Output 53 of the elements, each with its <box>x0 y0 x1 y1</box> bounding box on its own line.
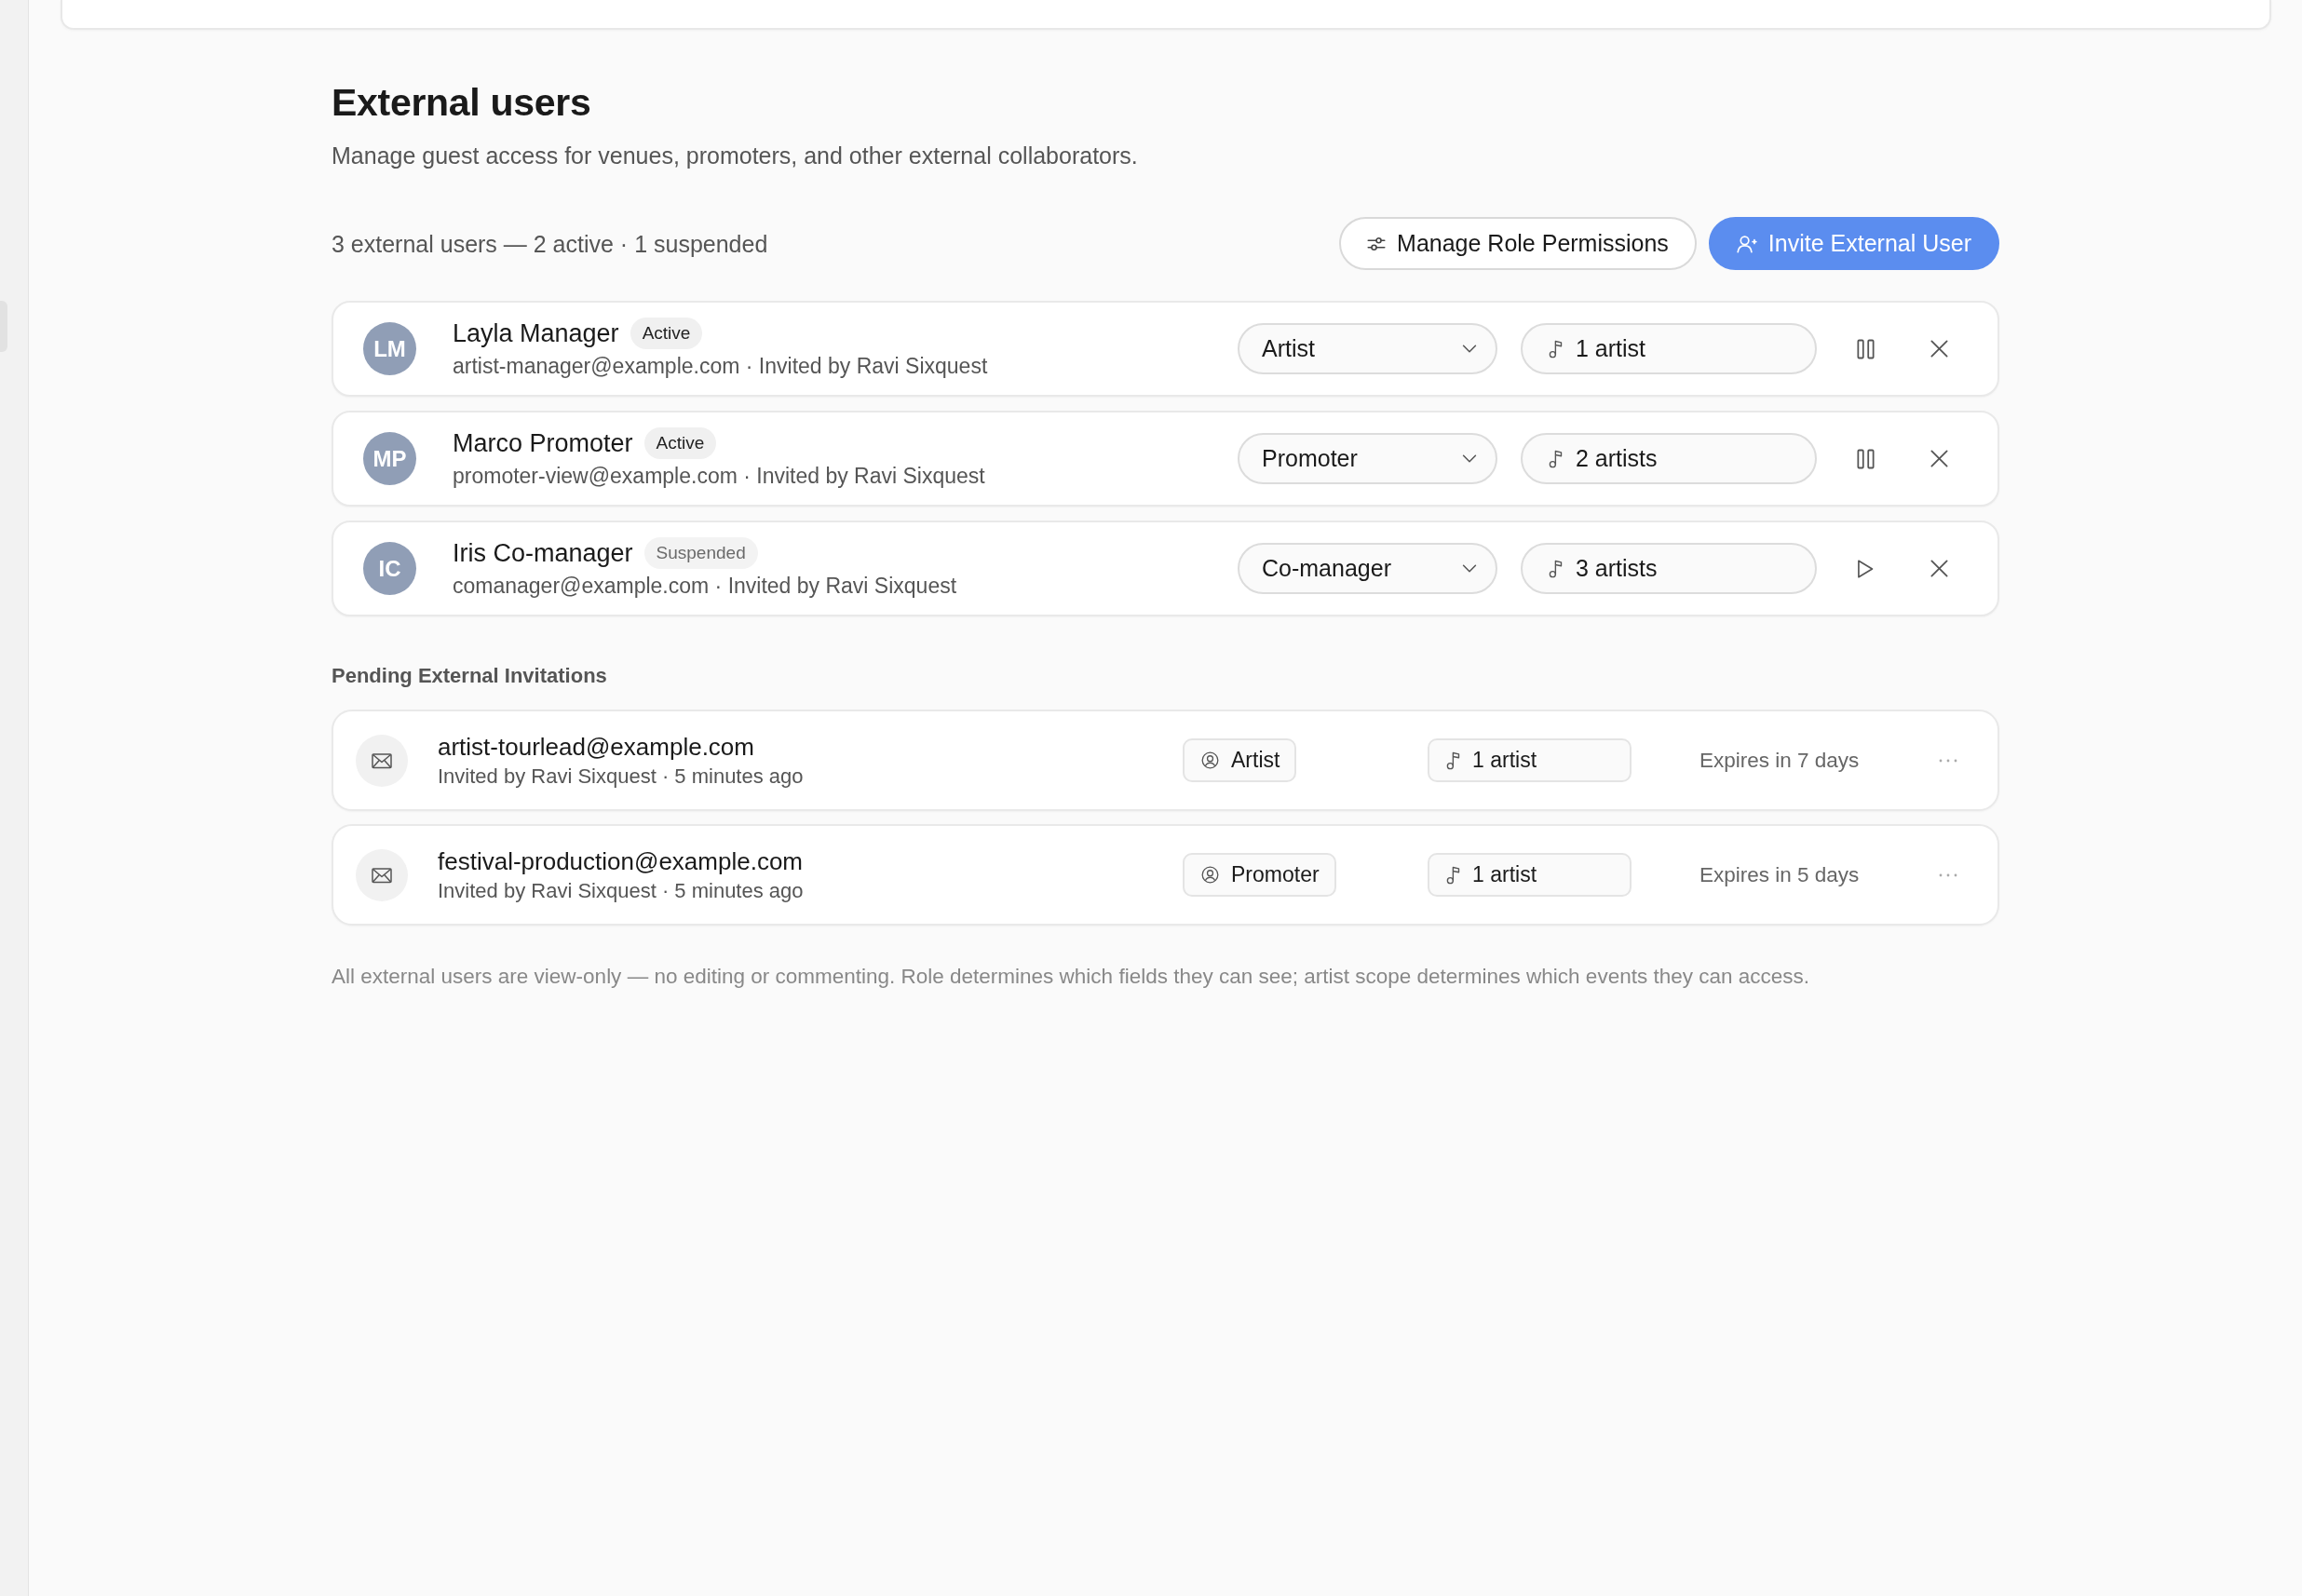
user-circle-icon <box>1201 751 1219 769</box>
user-circle-icon <box>1201 866 1219 884</box>
chevron-down-icon <box>1462 454 1477 463</box>
chevron-down-icon <box>1462 564 1477 573</box>
user-avatar: LM <box>363 322 416 375</box>
permissions-button[interactable]: Manage Role Permissions <box>1339 217 1697 270</box>
artist-scope-button[interactable]: 3 artists <box>1521 543 1817 594</box>
music-note-icon <box>1549 559 1563 578</box>
user-detail: promoter-view@example.com · Invited by Ravi Sixquest <box>453 463 986 490</box>
more-icon <box>1939 758 1957 763</box>
page-title: External users <box>332 80 592 125</box>
close-icon <box>1930 340 1948 358</box>
user-plus-icon <box>1736 234 1757 253</box>
role-tag: Artist <box>1183 738 1297 782</box>
chevron-down-icon <box>1462 345 1477 353</box>
expiry-text: Expires in 5 days <box>1699 861 1860 888</box>
role-select[interactable]: Promoter <box>1238 433 1497 484</box>
invite-detail: Invited by Ravi Sixquest · 5 minutes ago <box>438 877 805 904</box>
status-badge: Active <box>643 427 717 459</box>
music-note-icon <box>1549 449 1563 468</box>
mail-icon <box>356 848 408 901</box>
user-name: Marco Promoter <box>453 428 633 459</box>
invite-detail: Invited by Ravi Sixquest · 5 minutes ago <box>438 763 805 790</box>
close-icon <box>1930 450 1948 467</box>
invite-email: festival-production@example.com <box>438 845 804 876</box>
sliders-icon <box>1367 235 1387 252</box>
artist-scope-tag: 1 artist <box>1428 853 1632 897</box>
artist-scope-button[interactable]: 1 artist <box>1521 323 1817 374</box>
section-heading: Pending External Invitations <box>332 663 608 689</box>
expiry-text: Expires in 7 days <box>1699 747 1860 774</box>
music-note-icon <box>1446 865 1460 885</box>
music-note-icon <box>1549 339 1563 358</box>
more-icon <box>1939 872 1957 877</box>
status-badge: Active <box>630 318 703 349</box>
music-note-icon <box>1446 751 1460 770</box>
page-subtitle: Manage guest access for venues, promoters, and other external collaborators. <box>332 142 1139 170</box>
user-detail: artist-manager@example.com · Invited by Ravi Sixquest <box>453 353 989 380</box>
close-icon <box>1930 560 1948 577</box>
footnote-text: All external users are view-only — no editing or commenting. Role determines which fields they can see; artist scope determines which events they can access. <box>332 964 1810 990</box>
user-detail: comanager@example.com · Invited by Ravi Sixquest <box>453 573 958 600</box>
role-tag: Promoter <box>1183 853 1336 897</box>
user-summary: 3 external users — 2 active · 1 suspended <box>332 229 768 259</box>
user-name: Iris Co-manager <box>453 538 633 569</box>
user-avatar: MP <box>363 432 416 485</box>
user-avatar: IC <box>363 542 416 595</box>
user-name: Layla Manager <box>453 318 619 349</box>
role-select[interactable]: Co-manager <box>1238 543 1497 594</box>
status-badge: Suspended <box>643 537 758 569</box>
artist-scope-tag: 1 artist <box>1428 738 1632 782</box>
artist-scope-button[interactable]: 2 artists <box>1521 433 1817 484</box>
mail-icon <box>356 734 408 787</box>
role-select[interactable]: Artist <box>1238 323 1497 374</box>
invite-email: artist-tourlead@example.com <box>438 731 755 762</box>
